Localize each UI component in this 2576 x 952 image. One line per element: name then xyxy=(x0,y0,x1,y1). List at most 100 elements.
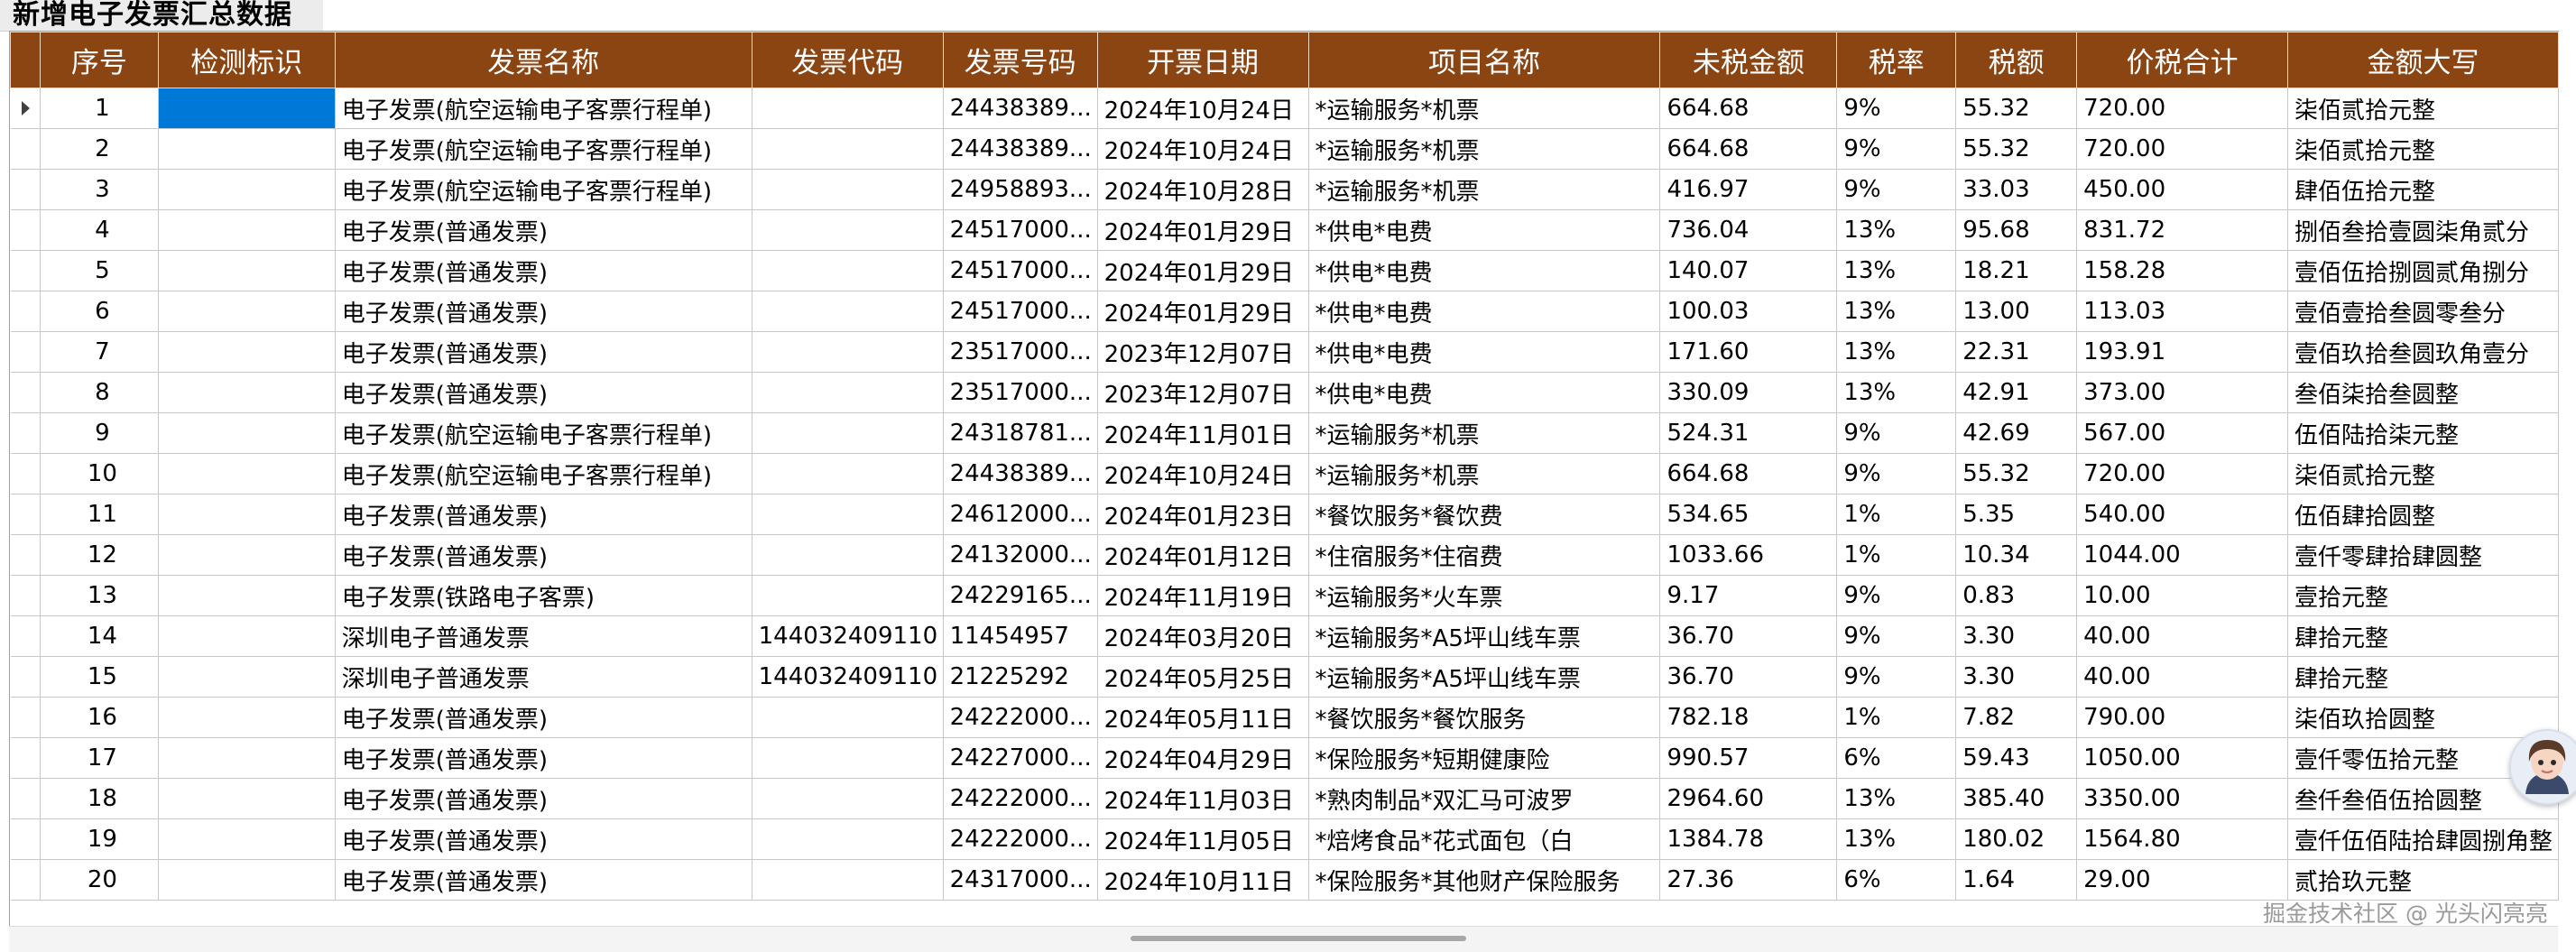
item-name-cell[interactable]: *运输服务*A5坪山线车票 xyxy=(1308,656,1661,698)
invoice-number-cell[interactable]: 24517000... xyxy=(943,209,1098,251)
invoice-number-cell[interactable]: 24317000... xyxy=(943,859,1098,901)
item-name-cell[interactable]: *供电*电费 xyxy=(1308,372,1661,413)
issue-date-cell[interactable]: 2024年01月29日 xyxy=(1097,209,1309,251)
table-row[interactable]: 11 电子发票(普通发票) 24612000... 2024年01月23日 *餐饮服务*… xyxy=(10,494,2559,535)
seq-cell[interactable]: 16 xyxy=(40,697,159,738)
invoice-name-cell[interactable]: 电子发票(普通发票) xyxy=(335,697,752,738)
tax-rate-cell[interactable]: 9% xyxy=(1836,656,1957,698)
invoice-code-cell[interactable]: 144032409110 xyxy=(752,615,944,657)
invoice-name-cell[interactable]: 电子发票(铁路电子客票) xyxy=(335,575,752,616)
net-amount-cell[interactable]: 782.18 xyxy=(1659,697,1838,738)
row-header-cell[interactable] xyxy=(10,453,41,494)
amount-in-words-cell[interactable]: 伍佰陆拾柒元整 xyxy=(2287,412,2559,454)
tax-rate-cell[interactable]: 13% xyxy=(1836,250,1957,291)
total-cell[interactable]: 40.00 xyxy=(2076,615,2288,657)
invoice-code-cell[interactable] xyxy=(752,291,944,332)
invoice-number-cell[interactable]: 24438389... xyxy=(943,453,1098,494)
row-header-cell[interactable] xyxy=(10,818,41,860)
invoice-number-cell[interactable]: 21225292 xyxy=(943,656,1098,698)
amount-in-words-cell[interactable]: 肆拾元整 xyxy=(2287,615,2559,657)
invoice-name-cell[interactable]: 电子发票(普通发票) xyxy=(335,778,752,819)
invoice-code-cell[interactable] xyxy=(752,697,944,738)
net-amount-cell[interactable]: 990.57 xyxy=(1659,737,1838,779)
amount-in-words-cell[interactable]: 柒佰贰拾元整 xyxy=(2287,453,2559,494)
table-row[interactable]: 1 电子发票(航空运输电子客票行程单) 24438389... 2024年10月24日… xyxy=(10,88,2559,129)
invoice-code-cell[interactable] xyxy=(752,88,944,129)
check-flag-cell[interactable] xyxy=(158,575,336,616)
tax-rate-cell[interactable]: 13% xyxy=(1836,818,1957,860)
seq-cell[interactable]: 18 xyxy=(40,778,159,819)
amount-in-words-cell[interactable]: 柒佰玖拾圆整 xyxy=(2287,697,2559,738)
table-row[interactable]: 15 深圳电子普通发票 144032409110 21225292 2024年05月25… xyxy=(10,656,2559,698)
tax-rate-cell[interactable]: 9% xyxy=(1836,169,1957,210)
amount-in-words-cell[interactable]: 捌佰叁拾壹圆柒角贰分 xyxy=(2287,209,2559,251)
net-amount-cell[interactable]: 36.70 xyxy=(1659,615,1838,657)
item-name-cell[interactable]: *餐饮服务*餐饮服务 xyxy=(1308,697,1661,738)
table-row[interactable]: 13 电子发票(铁路电子客票) 24229165... 2024年11月19日 *运输服… xyxy=(10,575,2559,616)
tax-amount-cell[interactable]: 1.64 xyxy=(1955,859,2078,901)
total-cell[interactable]: 720.00 xyxy=(2076,128,2288,170)
issue-date-cell[interactable]: 2024年11月19日 xyxy=(1097,575,1309,616)
check-flag-cell[interactable] xyxy=(158,818,336,860)
table-row[interactable]: 14 深圳电子普通发票 144032409110 11454957 2024年03月20… xyxy=(10,615,2559,657)
invoice-code-cell[interactable] xyxy=(752,250,944,291)
amount-in-words-cell[interactable]: 柒佰贰拾元整 xyxy=(2287,88,2559,129)
invoice-name-cell[interactable]: 电子发票(普通发票) xyxy=(335,291,752,332)
tax-rate-cell[interactable]: 9% xyxy=(1836,412,1957,454)
tax-rate-cell[interactable]: 13% xyxy=(1836,778,1957,819)
tax-amount-cell[interactable]: 5.35 xyxy=(1955,494,2078,535)
net-amount-cell[interactable]: 140.07 xyxy=(1659,250,1838,291)
amount-in-words-cell[interactable]: 壹佰伍拾捌圆贰角捌分 xyxy=(2287,250,2559,291)
invoice-name-cell[interactable]: 电子发票(普通发票) xyxy=(335,372,752,413)
invoice-code-cell[interactable] xyxy=(752,372,944,413)
invoice-data-grid[interactable]: 序号 检测标识 发票名称 发票代码 发票号码 开票日期 项目名称 未税金额 税率… xyxy=(9,31,2559,927)
row-header-cell[interactable] xyxy=(10,250,41,291)
invoice-code-cell[interactable] xyxy=(752,818,944,860)
tax-rate-cell[interactable]: 9% xyxy=(1836,453,1957,494)
seq-cell[interactable]: 14 xyxy=(40,615,159,657)
table-row[interactable]: 4 电子发票(普通发票) 24517000... 2024年01月29日 *供电*电费 7… xyxy=(10,209,2559,251)
table-row[interactable]: 16 电子发票(普通发票) 24222000... 2024年05月11日 *餐饮服务*… xyxy=(10,697,2559,738)
row-header-cell[interactable] xyxy=(10,615,41,657)
table-row[interactable]: 5 电子发票(普通发票) 24517000... 2024年01月29日 *供电*电费 1… xyxy=(10,250,2559,291)
table-row[interactable]: 12 电子发票(普通发票) 24132000... 2024年01月12日 *住宿服务*… xyxy=(10,534,2559,576)
tax-rate-cell[interactable]: 1% xyxy=(1836,494,1957,535)
row-header-cell[interactable] xyxy=(10,128,41,170)
tax-amount-cell[interactable]: 10.34 xyxy=(1955,534,2078,576)
table-row[interactable]: 8 电子发票(普通发票) 23517000... 2023年12月07日 *供电*电费 3… xyxy=(10,372,2559,413)
issue-date-cell[interactable]: 2024年01月29日 xyxy=(1097,250,1309,291)
invoice-number-cell[interactable]: 24132000... xyxy=(943,534,1098,576)
check-flag-cell[interactable] xyxy=(158,250,336,291)
check-flag-cell[interactable] xyxy=(158,291,336,332)
invoice-number-cell[interactable]: 24318781... xyxy=(943,412,1098,454)
table-row[interactable]: 3 电子发票(航空运输电子客票行程单) 24958893... 2024年10月28日… xyxy=(10,169,2559,210)
tax-amount-cell[interactable]: 385.40 xyxy=(1955,778,2078,819)
seq-cell[interactable]: 3 xyxy=(40,169,159,210)
amount-in-words-cell[interactable]: 壹拾元整 xyxy=(2287,575,2559,616)
seq-cell[interactable]: 20 xyxy=(40,859,159,901)
tax-amount-cell[interactable]: 55.32 xyxy=(1955,453,2078,494)
row-header-cell[interactable] xyxy=(10,778,41,819)
column-header-net-amount[interactable]: 未税金额 xyxy=(1659,32,1838,88)
seq-cell[interactable]: 12 xyxy=(40,534,159,576)
seq-cell[interactable]: 11 xyxy=(40,494,159,535)
net-amount-cell[interactable]: 664.68 xyxy=(1659,453,1838,494)
seq-cell[interactable]: 6 xyxy=(40,291,159,332)
net-amount-cell[interactable]: 171.60 xyxy=(1659,331,1838,373)
seq-cell[interactable]: 7 xyxy=(40,331,159,373)
total-cell[interactable]: 40.00 xyxy=(2076,656,2288,698)
net-amount-cell[interactable]: 416.97 xyxy=(1659,169,1838,210)
check-flag-cell[interactable] xyxy=(158,169,336,210)
table-row[interactable]: 19 电子发票(普通发票) 24222000... 2024年11月05日 *焙烤食品*… xyxy=(10,818,2559,860)
issue-date-cell[interactable]: 2024年01月29日 xyxy=(1097,291,1309,332)
invoice-name-cell[interactable]: 电子发票(普通发票) xyxy=(335,209,752,251)
horizontal-scrollbar[interactable] xyxy=(9,926,2558,952)
total-cell[interactable]: 450.00 xyxy=(2076,169,2288,210)
check-flag-cell[interactable] xyxy=(158,88,336,129)
tax-amount-cell[interactable]: 18.21 xyxy=(1955,250,2078,291)
tax-rate-cell[interactable]: 1% xyxy=(1836,697,1957,738)
amount-in-words-cell[interactable]: 肆佰伍拾元整 xyxy=(2287,169,2559,210)
check-flag-cell[interactable] xyxy=(158,128,336,170)
invoice-name-cell[interactable]: 电子发票(普通发票) xyxy=(335,331,752,373)
item-name-cell[interactable]: *运输服务*火车票 xyxy=(1308,575,1661,616)
